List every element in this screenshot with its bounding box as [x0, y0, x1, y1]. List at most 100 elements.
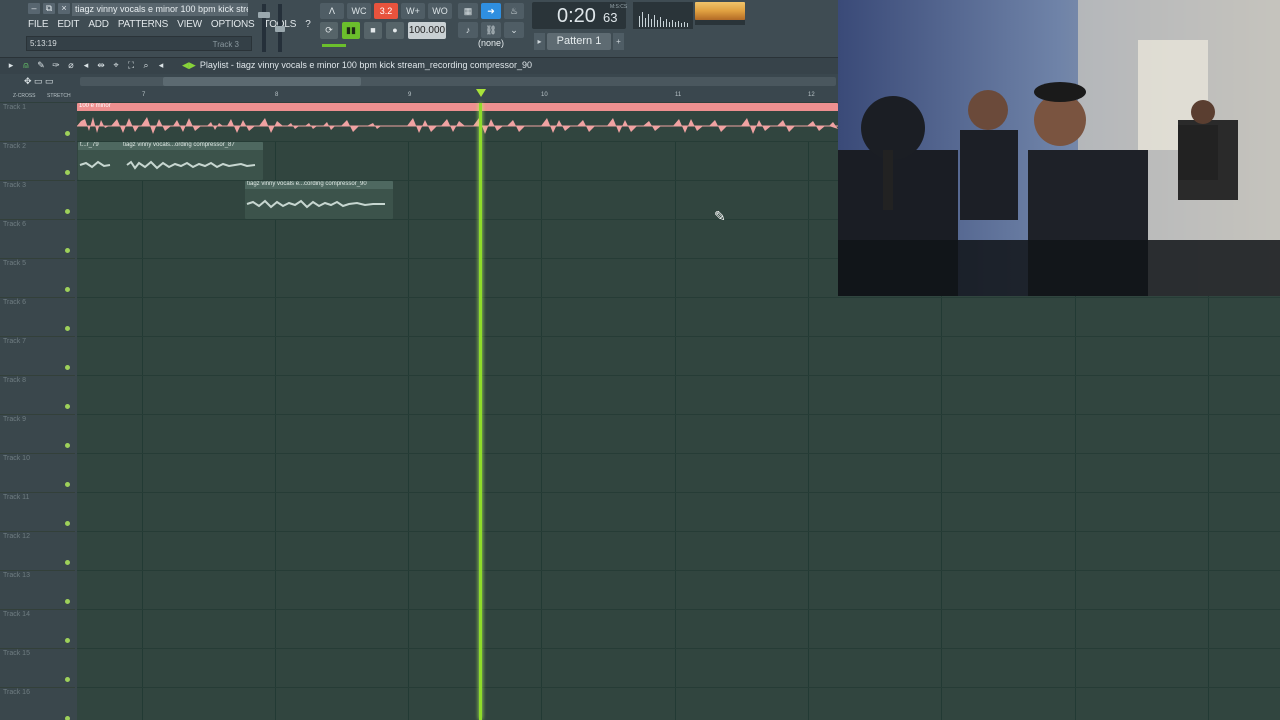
loop-mode-button[interactable]: ⟳: [320, 22, 338, 39]
track-enable-dot[interactable]: [65, 248, 70, 253]
step-edit-icon[interactable]: W+: [401, 3, 425, 19]
hint-bar: 5:13:19 Track 3: [26, 36, 252, 51]
close-button[interactable]: ×: [58, 3, 70, 14]
bar-line: [142, 103, 143, 720]
track-header-13[interactable]: Track 13: [0, 571, 75, 610]
track-header-9[interactable]: Track 9: [0, 415, 75, 454]
audio-clip-recording-87[interactable]: tiagz vinny vocals...ording compressor_8…: [121, 142, 263, 180]
track-header-16[interactable]: Track 16: [0, 688, 75, 720]
menu-help[interactable]: ?: [305, 19, 311, 30]
track-header-7[interactable]: Track 7: [0, 337, 75, 376]
menu-options[interactable]: OPTIONS: [211, 19, 255, 30]
track-enable-dot[interactable]: [65, 482, 70, 487]
track-enable-dot[interactable]: [65, 404, 70, 409]
master-volume-handle[interactable]: [258, 12, 270, 18]
arrow-icon[interactable]: ➜: [481, 3, 501, 19]
track-label: Track 11: [3, 494, 30, 501]
draw-icon[interactable]: ✎: [35, 59, 47, 72]
restore-button[interactable]: ⧉: [43, 3, 55, 14]
track-line: [77, 492, 1280, 493]
track-header-10[interactable]: Track 10: [0, 454, 75, 493]
track-line: [77, 648, 1280, 649]
track-enable-dot[interactable]: [65, 521, 70, 526]
pattern-prev-icon[interactable]: ▸: [534, 33, 545, 50]
track-header-3[interactable]: Track 3: [0, 181, 75, 220]
track-enable-dot[interactable]: [65, 560, 70, 565]
menu-add[interactable]: ADD: [88, 19, 109, 30]
mixer-icon[interactable]: ▦: [458, 3, 478, 19]
play-pause-button[interactable]: ▮▮: [342, 22, 360, 39]
track-label: Track 8: [3, 377, 27, 384]
menu-file[interactable]: FILE: [28, 19, 49, 30]
track-header-11[interactable]: Track 11: [0, 493, 75, 532]
track-enable-dot[interactable]: [65, 131, 70, 136]
track-header-4[interactable]: Track 6: [0, 220, 75, 259]
track-enable-dot[interactable]: [65, 716, 70, 720]
track-header-2[interactable]: Track 2: [0, 142, 75, 181]
track-enable-dot[interactable]: [65, 326, 70, 331]
snap-icon[interactable]: ᐱ: [320, 3, 344, 19]
playhead-line[interactable]: [479, 103, 482, 720]
track-enable-dot[interactable]: [65, 365, 70, 370]
track-header-5[interactable]: Track 5: [0, 259, 75, 298]
zoom-icon[interactable]: ⌕: [140, 59, 152, 72]
minimize-button[interactable]: –: [28, 3, 40, 14]
menu-patterns[interactable]: PATTERNS: [118, 19, 168, 30]
track-line: [77, 570, 1280, 571]
zcross-toggle[interactable]: Z-CROSS: [13, 93, 36, 99]
track-header-14[interactable]: Track 14: [0, 610, 75, 649]
countdown-icon[interactable]: 3.2: [374, 3, 398, 19]
mute-icon[interactable]: ◂: [80, 59, 92, 72]
track-header-8[interactable]: Track 8: [0, 376, 75, 415]
track-header-1[interactable]: Track 1: [0, 103, 75, 142]
track-enable-dot[interactable]: [65, 443, 70, 448]
audio-clip-100-e-minor[interactable]: 100 e minor: [77, 103, 838, 141]
navigator-arrows-icon[interactable]: ✥ ▭ ▭: [24, 76, 54, 87]
master-pitch-handle[interactable]: [275, 26, 285, 32]
cpu-meter: [695, 2, 745, 20]
menu-view[interactable]: VIEW: [177, 19, 202, 30]
track-header-12[interactable]: Track 12: [0, 532, 75, 571]
paint-icon[interactable]: ✑: [50, 59, 62, 72]
track-enable-dot[interactable]: [65, 209, 70, 214]
track-enable-dot[interactable]: [65, 287, 70, 292]
stop-button[interactable]: ■: [364, 22, 382, 39]
track-enable-dot[interactable]: [65, 170, 70, 175]
waveform: [246, 199, 385, 209]
options-arrow-icon[interactable]: ▸: [5, 59, 17, 72]
scrollbar-thumb[interactable]: [163, 77, 361, 86]
slip-icon[interactable]: ⇹: [95, 59, 107, 72]
playhead-marker[interactable]: [476, 89, 486, 97]
plugin-icon[interactable]: ♨: [504, 3, 524, 19]
link-icon[interactable]: ⛓: [481, 22, 501, 38]
note-icon[interactable]: ♪: [458, 22, 478, 38]
pattern-add-icon[interactable]: +: [613, 33, 624, 50]
slice-icon[interactable]: ⌖: [110, 59, 122, 72]
clip-title: tiagz vinny vocals e...cording compresso…: [247, 181, 367, 187]
magnet-icon[interactable]: ⍝: [20, 59, 32, 72]
menu-edit[interactable]: EDIT: [57, 19, 79, 30]
track-header-15[interactable]: Track 15: [0, 649, 75, 688]
tempo-field[interactable]: 100.000: [408, 22, 446, 39]
window-controls: – ⧉ ×: [28, 3, 70, 14]
pattern-filter[interactable]: (none): [478, 38, 504, 48]
clip-header: tiagz vinny vocals...ording compressor_8…: [121, 142, 263, 150]
song-time-main: 0:20: [557, 5, 596, 27]
record-button[interactable]: ●: [386, 22, 404, 39]
delete-icon[interactable]: ⌀: [65, 59, 77, 72]
metronome-icon[interactable]: WC: [347, 3, 371, 19]
playlist-play-icon[interactable]: ◀▶: [182, 60, 196, 70]
track-label: Track 6: [3, 221, 27, 228]
track-label: Track 15: [3, 650, 30, 657]
track-enable-dot[interactable]: [65, 677, 70, 682]
dropdown-icon[interactable]: ⌄: [504, 22, 524, 38]
track-header-6[interactable]: Track 6: [0, 298, 75, 337]
pattern-select[interactable]: Pattern 1: [547, 33, 611, 50]
stretch-toggle[interactable]: STRETCH: [47, 93, 71, 99]
track-enable-dot[interactable]: [65, 638, 70, 643]
audio-clip-recording-90[interactable]: tiagz vinny vocals e...cording compresso…: [245, 181, 393, 219]
playback-icon[interactable]: ◂: [155, 59, 167, 72]
select-icon[interactable]: ⛶: [125, 59, 137, 72]
loop-record-icon[interactable]: WO: [428, 3, 452, 19]
track-enable-dot[interactable]: [65, 599, 70, 604]
